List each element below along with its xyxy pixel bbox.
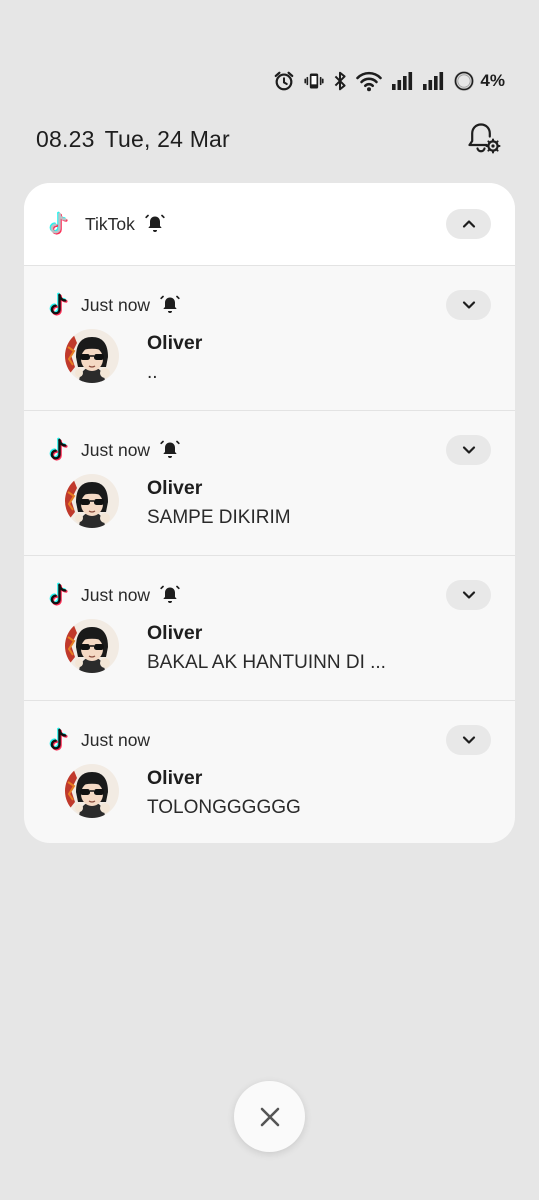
message-preview: TOLONGGGGGG — [147, 797, 301, 818]
notification-time: Just now — [81, 584, 151, 605]
expand-notification-button[interactable] — [446, 290, 491, 320]
tiktok-icon — [49, 437, 68, 461]
signal-icon-1 — [392, 72, 413, 90]
status-bar: 4% — [273, 66, 505, 96]
message-preview: .. — [147, 362, 158, 383]
bell-off-icon — [160, 295, 180, 313]
bell-off-icon — [160, 585, 180, 603]
chevron-down-icon — [462, 446, 475, 454]
notification-settings-icon — [468, 123, 501, 154]
notification-time: Just now — [81, 294, 151, 315]
notification-settings-button[interactable] — [463, 118, 503, 158]
close-button[interactable] — [234, 1081, 305, 1152]
bell-off-icon — [145, 214, 165, 232]
signal-icon-2 — [423, 72, 444, 90]
clock: 08.23 — [36, 125, 95, 152]
collapse-group-button[interactable] — [446, 209, 491, 239]
notification-time: Just now — [81, 439, 151, 460]
chevron-down-icon — [462, 591, 475, 599]
close-icon — [260, 1107, 279, 1126]
message-preview: BAKAL AK HANTUINN DI ... — [147, 652, 386, 673]
notification-item[interactable]: Just now Oliver TOLONGGGGGG — [24, 701, 515, 843]
expand-notification-button[interactable] — [446, 725, 491, 755]
tiktok-icon — [49, 727, 68, 751]
battery-ring-icon — [454, 71, 475, 91]
avatar — [65, 764, 119, 818]
avatar — [65, 474, 119, 528]
chevron-down-icon — [462, 736, 475, 744]
date: Tue, 24 Mar — [104, 125, 230, 152]
notification-group-card: TikTok Just now Oliver .. Just now Olive… — [24, 183, 515, 843]
bluetooth-icon — [335, 71, 347, 91]
chevron-down-icon — [462, 301, 475, 309]
wifi-icon — [356, 71, 383, 92]
battery-percent: 4% — [480, 71, 505, 90]
shade-header: 08.23 Tue, 24 Mar — [36, 118, 503, 160]
chevron-up-icon — [462, 220, 475, 228]
alarm-icon — [275, 71, 294, 91]
tiktok-icon — [49, 292, 68, 316]
tiktok-icon — [49, 211, 68, 235]
vibrate-icon — [304, 73, 325, 89]
message-preview: SAMPE DIKIRIM — [147, 507, 291, 528]
notification-time: Just now — [81, 729, 151, 750]
avatar — [65, 329, 119, 383]
group-header[interactable]: TikTok — [24, 183, 515, 266]
sender-name: Oliver — [147, 477, 203, 499]
sender-name: Oliver — [147, 332, 203, 354]
sender-name: Oliver — [147, 767, 203, 789]
notification-item[interactable]: Just now — [24, 556, 515, 701]
notification-item[interactable]: Just now — [24, 266, 515, 411]
app-name: TikTok — [85, 213, 135, 234]
bell-off-icon — [160, 440, 180, 458]
sender-name: Oliver — [147, 622, 203, 644]
tiktok-icon — [49, 582, 68, 606]
expand-notification-button[interactable] — [446, 435, 491, 465]
expand-notification-button[interactable] — [446, 580, 491, 610]
notification-item[interactable]: Just now — [24, 411, 515, 556]
avatar — [65, 619, 119, 673]
